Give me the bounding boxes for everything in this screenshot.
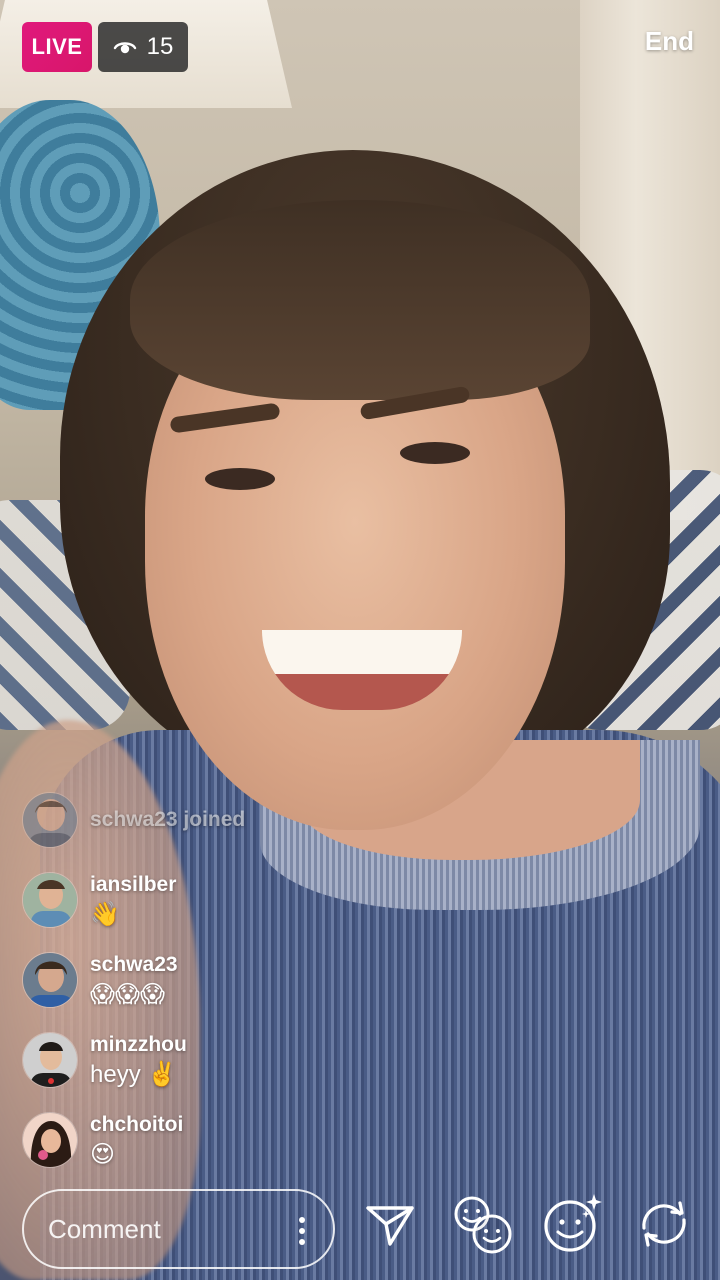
add-guest-button[interactable] [450, 1192, 514, 1256]
join-notice: schwa23 joined [22, 792, 245, 848]
avatar[interactable] [22, 792, 78, 848]
comment-message: heyy ✌️ [90, 1061, 178, 1088]
comment-username[interactable]: chchoitoi [90, 1112, 183, 1138]
join-text: schwa23 joined [90, 808, 246, 831]
person-bangs [130, 200, 590, 400]
live-badge: LIVE [22, 22, 92, 72]
avatar[interactable] [22, 872, 78, 928]
comment-item: minzzhou heyy ✌️ [22, 1032, 187, 1092]
add-guest-icon [454, 1196, 512, 1254]
avatar[interactable] [22, 1112, 78, 1168]
comment-item: iansilber 👋 [22, 872, 176, 932]
comment-username[interactable]: schwa23 [90, 952, 178, 978]
send-icon [366, 1206, 414, 1246]
comment-message: 😱😱😱 [90, 981, 166, 1008]
avatar[interactable] [22, 952, 78, 1008]
send-button[interactable] [358, 1192, 422, 1256]
comment-box[interactable] [22, 1189, 335, 1269]
comment-message: 😍 [90, 1141, 116, 1168]
more-vertical-icon[interactable] [299, 1217, 305, 1245]
comment-item: schwa23 😱😱😱 [22, 952, 178, 1012]
comment-input[interactable] [48, 1213, 278, 1245]
comment-username[interactable]: iansilber [90, 872, 176, 898]
comment-item: chchoitoi 😍 [22, 1112, 183, 1172]
viewer-count: 15 [146, 33, 174, 60]
right-eye [400, 442, 470, 464]
comment-username[interactable]: minzzhou [90, 1032, 187, 1058]
end-button[interactable]: End [645, 26, 694, 57]
viewer-count-badge[interactable]: 15 [98, 22, 188, 72]
eye-icon [113, 42, 136, 54]
left-eye [205, 468, 275, 490]
face-filters-icon [544, 1194, 602, 1252]
face-filters-button[interactable] [540, 1192, 604, 1256]
comment-message: 👋 [90, 901, 120, 928]
flip-camera-icon [642, 1201, 686, 1247]
flip-camera-button[interactable] [632, 1192, 696, 1256]
avatar[interactable] [22, 1032, 78, 1088]
